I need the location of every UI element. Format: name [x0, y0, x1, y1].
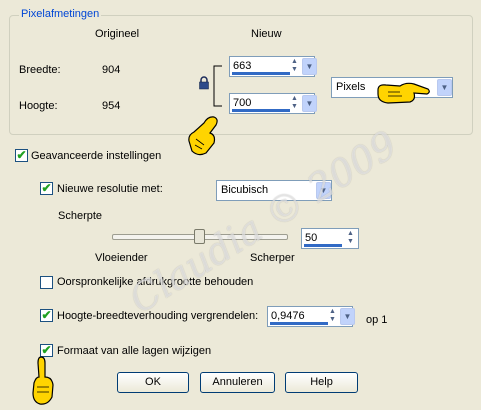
resample-method-value: Bicubisch — [221, 184, 269, 196]
resize-all-layers-label: Formaat van alle lagen wijzigen — [57, 345, 212, 357]
height-new-input[interactable]: 700 ▲ ▼ ▼ — [229, 93, 317, 114]
pointing-hand-icon — [188, 116, 218, 156]
ratio-value: 0,9476 — [271, 310, 305, 322]
width-dropdown-button[interactable]: ▼ — [302, 58, 317, 75]
keep-print-size-checkbox[interactable] — [40, 276, 53, 289]
resample-label: Nieuwe resolutie met: — [57, 183, 163, 195]
height-original-value: 954 — [102, 100, 121, 112]
pointing-hand-icon — [377, 82, 430, 104]
sharper-label: Scherper — [250, 252, 295, 264]
watermark: Claudia © 2009 — [121, 122, 405, 322]
height-dropdown-button[interactable]: ▼ — [302, 95, 317, 112]
lock-icon[interactable] — [198, 76, 210, 90]
original-column-header: Origineel — [95, 28, 140, 40]
ratio-suffix: op 1 — [366, 314, 388, 326]
new-column-header: Nieuw — [251, 28, 282, 40]
cancel-button[interactable]: Annuleren — [200, 372, 275, 393]
help-button[interactable]: Help — [285, 372, 358, 393]
lock-aspect-ratio-checkbox[interactable]: ✔ — [40, 309, 53, 322]
sharpness-label: Scherpte — [58, 210, 103, 222]
unit-select-value: Pixels — [336, 81, 366, 93]
sharpness-value: 50 — [305, 232, 318, 244]
width-new-input[interactable]: 663 ▲ ▼ ▼ — [229, 56, 317, 77]
width-label: Breedte: — [19, 64, 61, 76]
pointing-hand-icon — [32, 356, 54, 405]
ratio-dropdown-button[interactable]: ▼ — [340, 308, 355, 325]
pixel-dimensions-title: Pixelafmetingen — [19, 8, 102, 20]
sharpness-updown[interactable]: ▲ ▼ — [344, 230, 357, 247]
ratio-input[interactable]: 0,9476 ▲ ▼ ▼ — [267, 306, 355, 327]
advanced-settings-label: Geavanceerde instellingen — [31, 150, 162, 162]
softer-label: Vloeiender — [95, 252, 148, 264]
sharpness-input[interactable]: 50 ▲ ▼ — [301, 228, 359, 249]
resample-checkbox[interactable]: ✔ — [40, 182, 53, 195]
ok-button[interactable]: OK — [117, 372, 189, 393]
advanced-settings-checkbox[interactable]: ✔ — [15, 149, 28, 162]
width-original-value: 904 — [102, 64, 121, 76]
height-label: Hoogte: — [19, 100, 58, 112]
height-updown[interactable]: ▲ ▼ — [288, 95, 301, 112]
ratio-updown[interactable]: ▲ ▼ — [326, 308, 339, 325]
unit-dropdown-button[interactable]: ▼ — [437, 79, 452, 96]
height-new-value: 700 — [233, 97, 252, 109]
width-updown[interactable]: ▲ ▼ — [288, 58, 301, 75]
width-new-value: 663 — [233, 60, 252, 72]
